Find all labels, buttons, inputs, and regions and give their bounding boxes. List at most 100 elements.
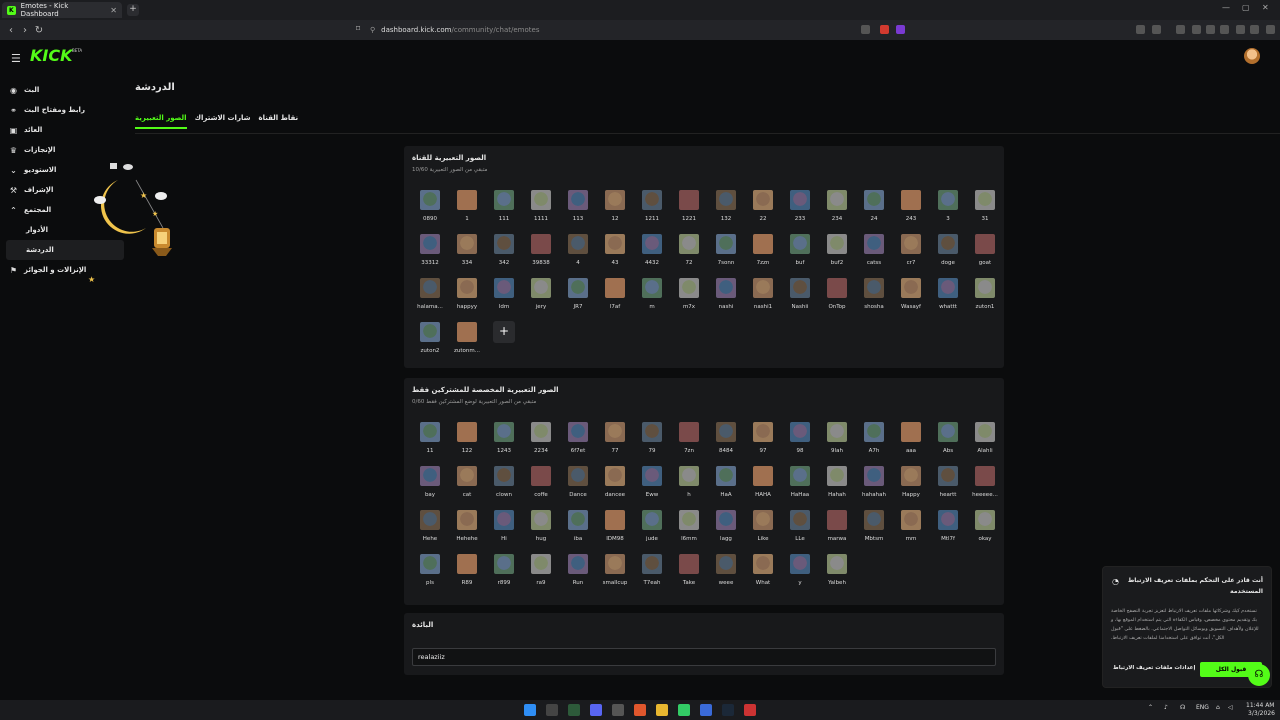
user-avatar[interactable] — [1244, 48, 1260, 64]
emote-item[interactable]: 113 — [560, 188, 596, 230]
emote-item[interactable]: Hahah — [819, 464, 855, 506]
support-chat-icon[interactable]: ☊ — [1248, 664, 1270, 686]
terminal-icon[interactable] — [568, 704, 580, 716]
emote-item[interactable]: h — [671, 464, 707, 506]
brave-shield-icon[interactable] — [880, 25, 889, 34]
emote-item[interactable]: 97 — [745, 420, 781, 462]
emote-item[interactable]: Abs — [930, 420, 966, 462]
sidebar-item-revenue[interactable]: ▣ العائد — [6, 120, 124, 140]
extension-icon[interactable] — [1136, 25, 1145, 34]
emote-item[interactable]: ldm — [486, 276, 522, 318]
vpn-icon[interactable] — [1236, 25, 1245, 34]
emote-item[interactable]: pls — [412, 552, 448, 594]
share-icon[interactable] — [861, 25, 870, 34]
emote-item[interactable]: A7h — [856, 420, 892, 462]
emote-item[interactable]: nashi — [708, 276, 744, 318]
steam-icon[interactable] — [722, 704, 734, 716]
app-icon[interactable] — [678, 704, 690, 716]
emote-item[interactable]: y — [782, 552, 818, 594]
emote-item[interactable]: marwa — [819, 508, 855, 550]
emote-item[interactable]: Like — [745, 508, 781, 550]
emote-item[interactable]: 4432 — [634, 232, 670, 274]
emote-item[interactable]: dancee — [597, 464, 633, 506]
site-info-icon[interactable]: ⚲ — [370, 26, 375, 34]
emote-item[interactable]: buf2 — [819, 232, 855, 274]
emote-item[interactable]: Wasayf — [893, 276, 929, 318]
menu-icon[interactable] — [1266, 25, 1275, 34]
emote-item[interactable]: JR7 — [560, 276, 596, 318]
emote-item[interactable]: Take — [671, 552, 707, 594]
emote-item[interactable]: 98 — [782, 420, 818, 462]
emote-item[interactable]: What — [745, 552, 781, 594]
app-icon[interactable] — [700, 704, 712, 716]
emote-item[interactable]: heartt — [930, 464, 966, 506]
emote-item[interactable]: l7af — [597, 276, 633, 318]
emote-item[interactable]: r899 — [486, 552, 522, 594]
forward-icon[interactable]: › — [18, 25, 32, 36]
new-tab-button[interactable]: + — [127, 4, 139, 16]
emote-item[interactable]: goat — [967, 232, 1003, 274]
volume-icon[interactable]: ◁ — [1228, 704, 1233, 711]
emote-item[interactable]: cat — [449, 464, 485, 506]
emote-item[interactable]: catss — [856, 232, 892, 274]
emote-item[interactable]: 7zzn — [745, 232, 781, 274]
emote-item[interactable]: Yalbeh — [819, 552, 855, 594]
emote-item[interactable]: Nashii — [782, 276, 818, 318]
sidebar-item-achievements[interactable]: ♛ الإنجازات — [6, 140, 124, 160]
emote-item[interactable]: aaa — [893, 420, 929, 462]
emote-item[interactable]: 2234 — [523, 420, 559, 462]
emote-item[interactable]: 4 — [560, 232, 596, 274]
emote-item[interactable]: 1211 — [634, 188, 670, 230]
emote-item[interactable]: 1 — [449, 188, 485, 230]
app-icon[interactable] — [744, 704, 756, 716]
emote-item[interactable]: l6mm — [671, 508, 707, 550]
emote-item[interactable]: 233 — [782, 188, 818, 230]
emote-item[interactable]: 12 — [597, 188, 633, 230]
tab-channel-points[interactable]: نقاط القناة — [259, 114, 299, 129]
emote-item[interactable]: okay — [967, 508, 1003, 550]
tray-chevron-icon[interactable]: ⌃ — [1148, 704, 1153, 711]
extension-icon[interactable] — [1152, 25, 1161, 34]
emote-item[interactable]: lagg — [708, 508, 744, 550]
maximize-icon[interactable]: ▢ — [1242, 3, 1250, 12]
emote-item[interactable]: 7zn — [671, 420, 707, 462]
sidebar-item-stream[interactable]: ◉ البث — [6, 80, 124, 100]
emote-item[interactable]: 342 — [486, 232, 522, 274]
emote-item[interactable]: Dance — [560, 464, 596, 506]
sidebar-icon[interactable] — [1206, 25, 1215, 34]
emote-item[interactable]: 6f7et — [560, 420, 596, 462]
emote-item[interactable]: weee — [708, 552, 744, 594]
emote-item[interactable]: ra9 — [523, 552, 559, 594]
emote-item[interactable]: smallcup — [597, 552, 633, 594]
emote-item[interactable]: jude — [634, 508, 670, 550]
emote-item[interactable]: jery — [523, 276, 559, 318]
discord-icon[interactable] — [590, 704, 602, 716]
microphone-icon[interactable]: ♪ — [1164, 704, 1168, 711]
emote-item[interactable]: hahahah — [856, 464, 892, 506]
rewards-icon[interactable] — [896, 25, 905, 34]
emote-item[interactable]: T7eah — [634, 552, 670, 594]
url-field[interactable]: ⚲ dashboard.kick.com/community/chat/emot… — [370, 23, 910, 37]
emote-item[interactable]: 122 — [449, 420, 485, 462]
emote-item[interactable]: buf — [782, 232, 818, 274]
emote-item[interactable]: 79 — [634, 420, 670, 462]
emote-item[interactable]: 24 — [856, 188, 892, 230]
sidebar-item-stream-key[interactable]: ⚭ رابط ومفتاح البث — [6, 100, 124, 120]
emote-item[interactable]: heeeee... — [967, 464, 1003, 506]
emote-item[interactable]: R89 — [449, 552, 485, 594]
emote-item[interactable]: 8484 — [708, 420, 744, 462]
emote-item[interactable]: shosha — [856, 276, 892, 318]
network-icon[interactable]: ⌂ — [1216, 704, 1220, 711]
emote-item[interactable]: 33312 — [412, 232, 448, 274]
app-icon[interactable] — [612, 704, 624, 716]
emote-item[interactable]: doge — [930, 232, 966, 274]
add-emote-button[interactable]: + — [493, 321, 515, 343]
emote-item[interactable]: 77 — [597, 420, 633, 462]
bookmark-icon[interactable]: ⌑ — [356, 24, 360, 33]
tab-emotes[interactable]: الصور التعبيرية — [135, 114, 187, 129]
emote-item[interactable]: clown — [486, 464, 522, 506]
emote-item[interactable]: 1243 — [486, 420, 522, 462]
shield-icon[interactable] — [1250, 25, 1259, 34]
clock-date[interactable]: 3/3/2026 — [1248, 710, 1275, 717]
start-icon[interactable] — [524, 704, 536, 716]
